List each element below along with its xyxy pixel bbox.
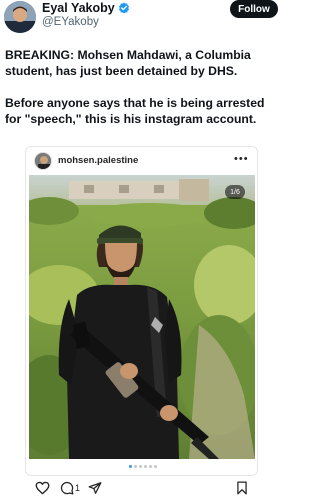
carousel-dot: [133, 465, 137, 468]
heart-icon: [35, 481, 50, 495]
image-counter: 1/6: [225, 185, 245, 199]
bookmark-icon: [237, 481, 247, 495]
instagram-post-photo[interactable]: 1/6: [29, 175, 255, 459]
more-options-icon[interactable]: •••: [234, 153, 249, 165]
author-handle[interactable]: @EYakoby: [42, 16, 99, 28]
comment-count: 1: [75, 483, 81, 493]
carousel-indicator: [26, 465, 257, 468]
follow-button[interactable]: Follow: [230, 0, 278, 18]
comment-button[interactable]: 1: [60, 481, 80, 495]
tweet-paragraph-1: BREAKING: Mohsen Mahdawi, a Columbia stu…: [5, 48, 251, 78]
instagram-post-header: mohsen.palestine •••: [26, 147, 257, 175]
verified-badge-icon: [118, 2, 130, 14]
share-icon: [88, 482, 102, 494]
instagram-post-card[interactable]: mohsen.palestine ••• 1/6: [25, 146, 258, 476]
author-name-text[interactable]: Eyal Yakoby: [42, 1, 115, 15]
carousel-dot: [128, 465, 132, 468]
like-button[interactable]: [35, 481, 50, 495]
tweet-header: Eyal Yakoby @EYakoby Follow: [0, 0, 285, 36]
instagram-avatar[interactable]: [34, 152, 52, 170]
carousel-dot: [138, 465, 142, 468]
instagram-username[interactable]: mohsen.palestine: [58, 155, 138, 166]
carousel-dot: [148, 465, 152, 468]
tweet-paragraph-2: Before anyone says that he is being arre…: [5, 96, 265, 126]
post-action-bar: 1: [0, 478, 285, 500]
tweet-text: BREAKING: Mohsen Mahdawi, a Columbia stu…: [5, 47, 281, 143]
author-name[interactable]: Eyal Yakoby: [42, 1, 130, 15]
carousel-dot: [143, 465, 147, 468]
bookmark-button[interactable]: [236, 481, 248, 495]
comment-icon: [60, 481, 74, 495]
carousel-dot: [153, 465, 157, 468]
author-avatar[interactable]: [4, 1, 36, 33]
share-button[interactable]: [88, 481, 102, 495]
